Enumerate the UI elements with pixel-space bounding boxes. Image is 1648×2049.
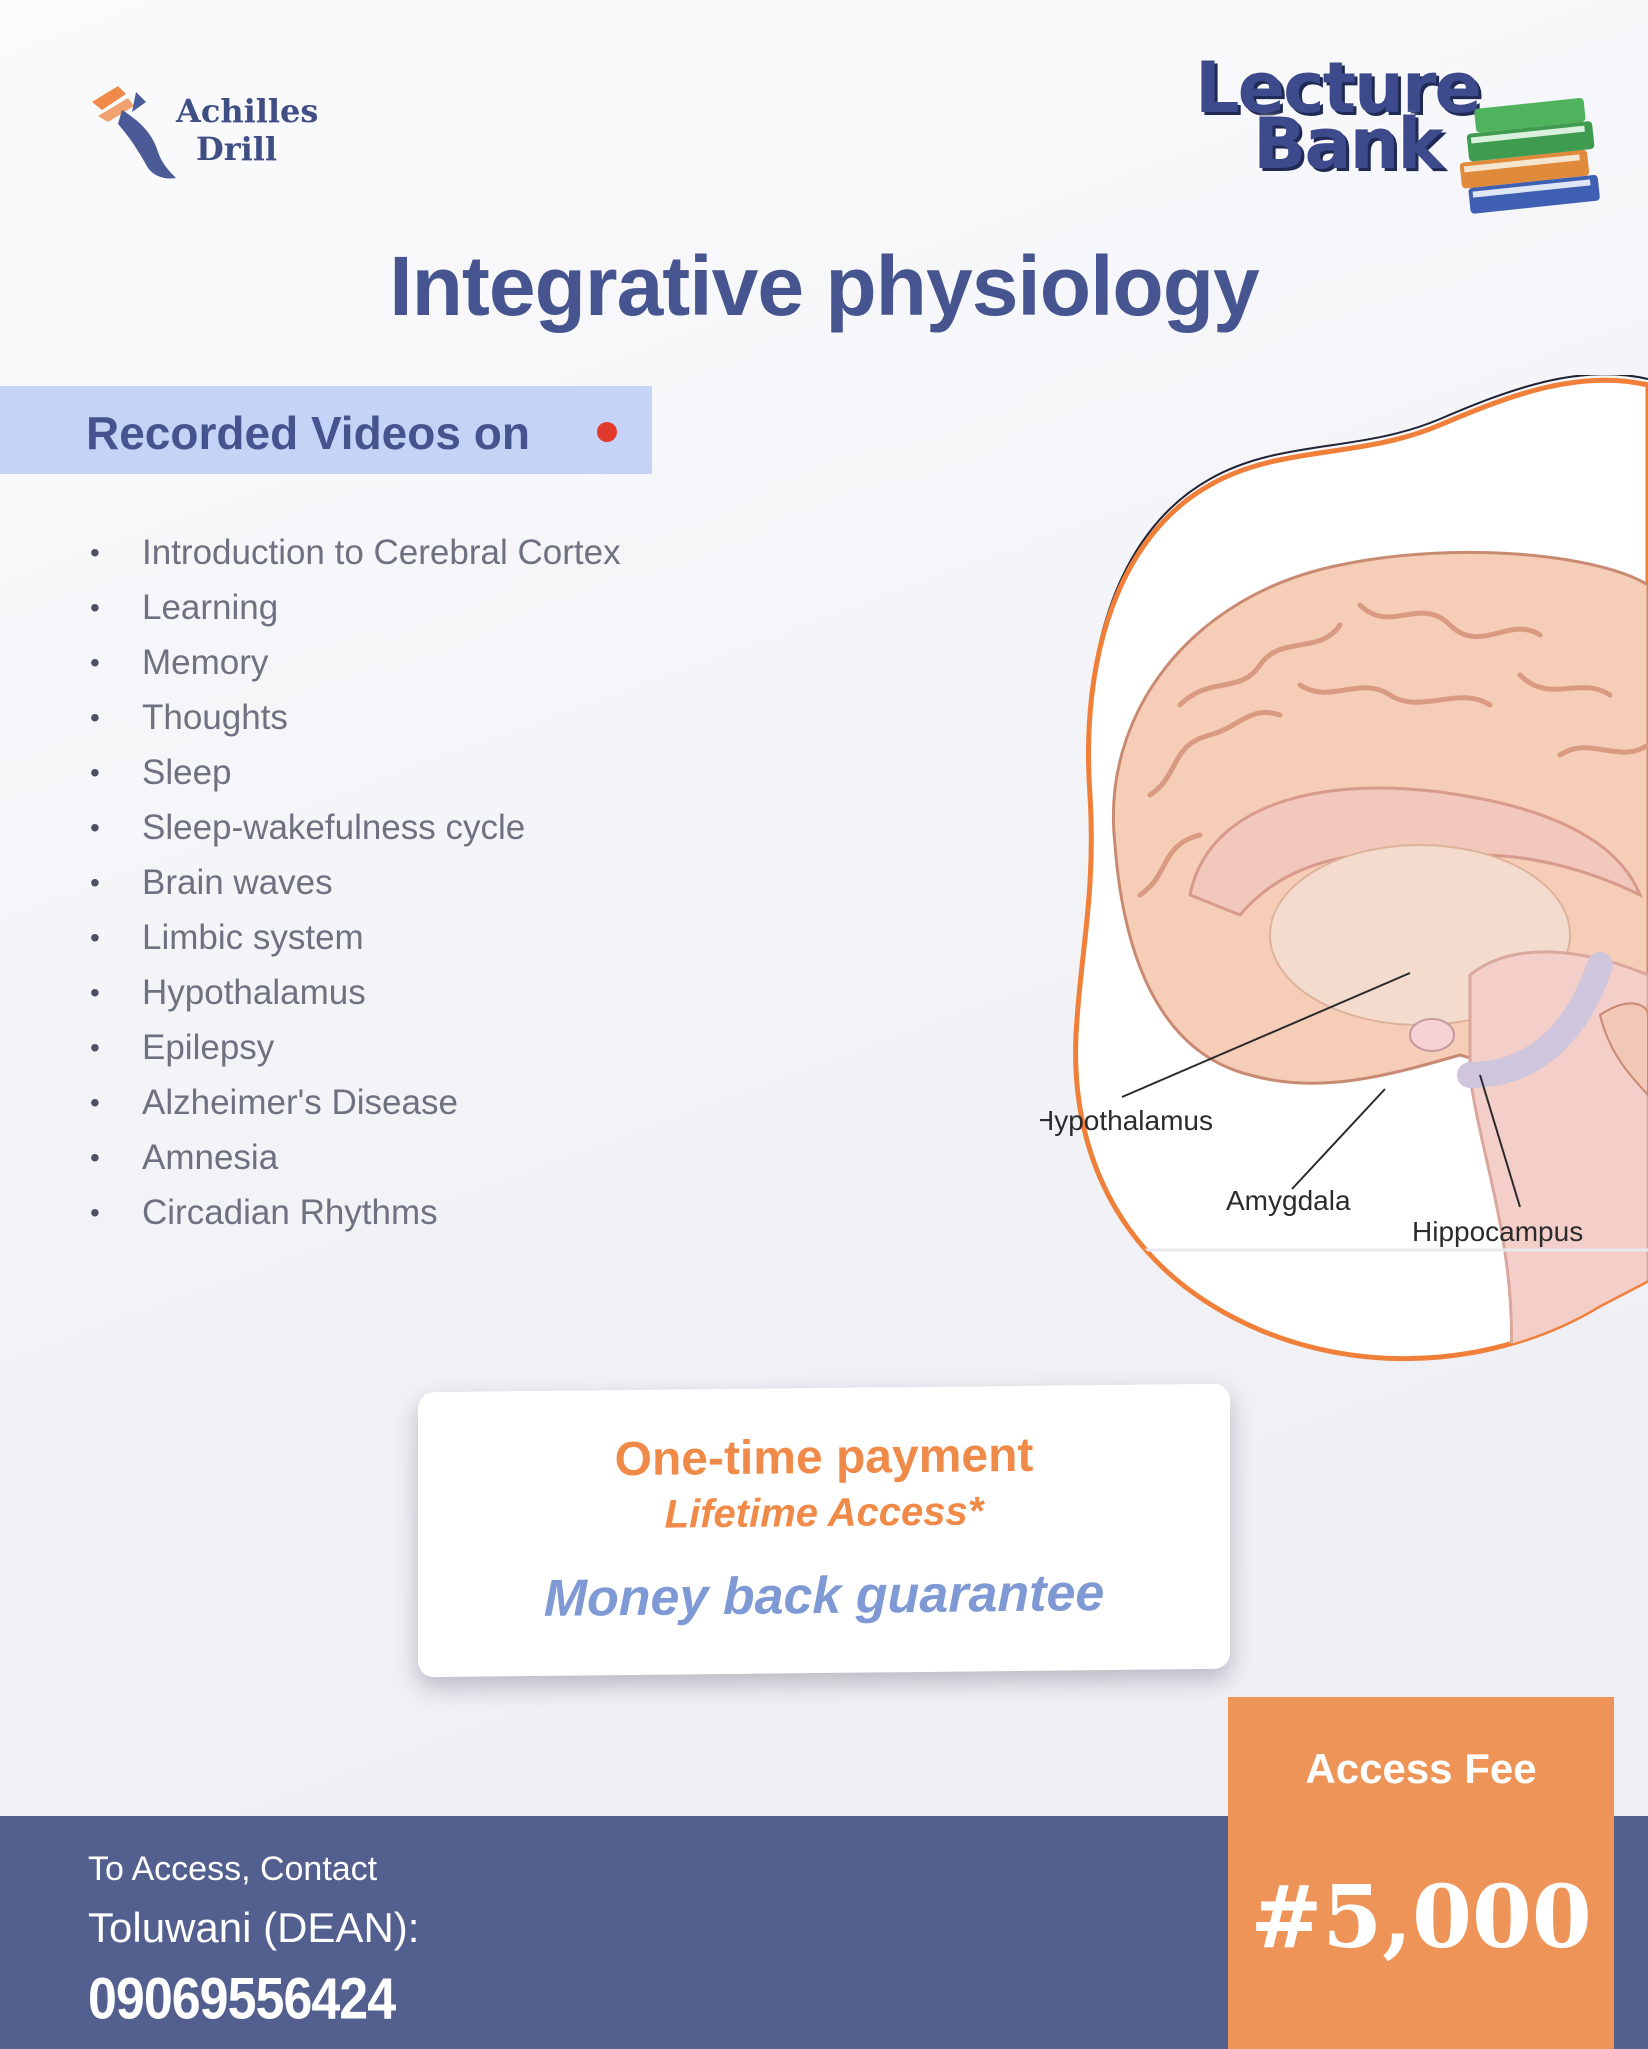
list-item: Limbic system [88,910,621,965]
lifetime-access-text: Lifetime Access* [664,1489,984,1537]
contact-name: Toluwani (DEAN): [88,1904,420,1951]
page-title: Integrative physiology [389,239,1260,333]
access-fee-amount: #5,000 [1250,1867,1592,1968]
access-fee-box: Access Fee #5,000 [1228,1697,1614,2049]
contact-phone[interactable]: 09069556424 [88,1966,396,2033]
topic-list: Introduction to Cerebral Cortex Learning… [88,525,621,1240]
list-item: Brain waves [88,855,621,910]
list-item: Amnesia [88,1130,621,1185]
record-dot-icon [597,422,617,442]
recorded-videos-banner: Recorded Videos on [0,386,652,474]
list-item: Thoughts [88,690,621,745]
list-item: Hypothalamus [88,965,621,1020]
list-item: Introduction to Cerebral Cortex [88,525,621,580]
recorded-videos-label: Recorded Videos on [86,407,530,459]
list-item: Memory [88,635,621,690]
brain-label-amygdala: Amygdala [1226,1185,1351,1216]
list-item: Circadian Rhythms [88,1185,621,1240]
list-item: Epilepsy [88,1020,621,1075]
access-fee-label: Access Fee [1305,1745,1537,1792]
achilles-logo-line2: Drill [196,130,278,168]
contact-label: To Access, Contact [88,1850,378,1888]
running-shoe-icon [92,86,176,179]
lecture-bank-logo: Lecture Bank [1195,53,1605,220]
list-item: Sleep [88,745,621,800]
list-item: Alzheimer's Disease [88,1075,621,1130]
achilles-logo-line1: Achilles [176,92,319,130]
list-item: Sleep-wakefulness cycle [88,800,621,855]
brain-label-hypothalamus: Hypothalamus [1040,1105,1213,1136]
payment-info-card: One-time payment Lifetime Access* Money … [418,1383,1230,1678]
one-time-payment-text: One-time payment [614,1428,1034,1487]
money-back-guarantee-text: Money back guarantee [543,1564,1105,1628]
books-icon [1459,97,1600,214]
list-item: Learning [88,580,621,635]
brain-label-hippocampus: Hippocampus [1412,1216,1583,1247]
brain-illustration: Hypothalamus Amygdala Hippocampus [1040,375,1648,1362]
achilles-drill-logo: Achilles Drill [88,80,328,200]
